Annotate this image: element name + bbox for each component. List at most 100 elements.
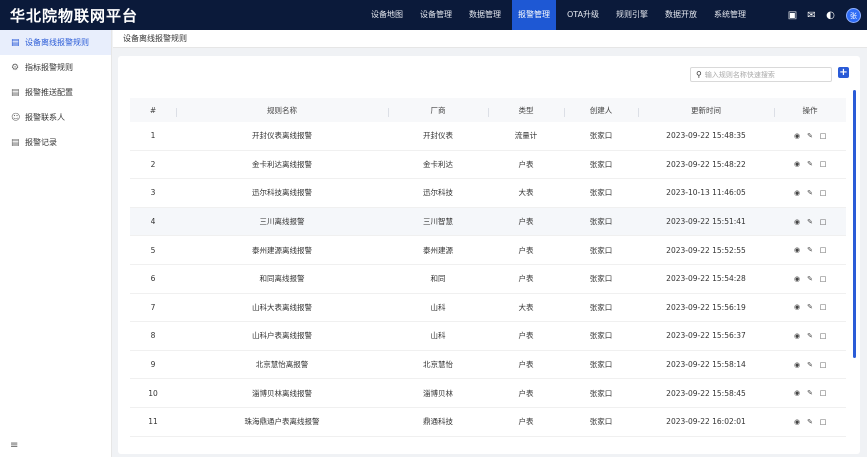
- col-index: #: [149, 105, 157, 115]
- nav-item-5[interactable]: 规则引擎: [610, 0, 654, 30]
- view-icon[interactable]: ◉: [793, 361, 801, 369]
- edit-icon[interactable]: ✎: [806, 132, 814, 140]
- cell-actions: ◉ ✎ □: [774, 160, 846, 168]
- theme-icon[interactable]: ◐: [821, 10, 840, 21]
- edit-icon[interactable]: ✎: [806, 189, 814, 197]
- col-creator: 创建人: [564, 105, 638, 117]
- delete-icon[interactable]: □: [819, 361, 827, 369]
- view-icon[interactable]: ◉: [793, 418, 801, 426]
- delete-icon[interactable]: □: [819, 246, 827, 254]
- row-actions: ◉ ✎ □: [774, 418, 846, 426]
- add-button[interactable]: +: [838, 67, 849, 78]
- avatar[interactable]: 张: [846, 7, 861, 23]
- cell-index: 6: [150, 274, 156, 284]
- edit-icon[interactable]: ✎: [806, 389, 814, 397]
- table-row: 6 和同离线报警 和同 户表 张家口 2023-09-22 15:54:28 ◉ ✎ □: [130, 265, 846, 294]
- view-icon[interactable]: ◉: [793, 303, 801, 311]
- view-icon[interactable]: ◉: [793, 132, 801, 140]
- delete-icon[interactable]: □: [819, 160, 827, 168]
- cell-creator: 张家口: [589, 245, 613, 255]
- menu-icon[interactable]: ≡: [10, 440, 18, 451]
- cell-time: 2023-09-22 15:48:35: [666, 131, 746, 141]
- edit-icon[interactable]: ✎: [806, 275, 814, 283]
- cell-time: 2023-09-22 15:54:28: [666, 274, 746, 284]
- cell-actions: ◉ ✎ □: [774, 218, 846, 226]
- notice-icon[interactable]: ▣: [783, 10, 802, 21]
- nav-item-7[interactable]: 系统管理: [708, 0, 752, 30]
- scrollbar[interactable]: [853, 90, 856, 358]
- cell-vendor: 泰州建源: [423, 245, 453, 255]
- nav-item-1[interactable]: 设备管理: [414, 0, 458, 30]
- cell-name: 山科户表离线报警: [252, 331, 312, 341]
- main-card: ⚲ + # 规则名称 厂商 类型 创建人 更新时间 操作 1 开封仪表离线报警 开封…: [118, 56, 860, 454]
- cell-name: 泰州建源离线报警: [252, 245, 312, 255]
- nav-item-4[interactable]: OTA升级: [561, 0, 605, 30]
- delete-icon[interactable]: □: [819, 389, 827, 397]
- sidebar-item-label: 报警推送配置: [25, 88, 73, 97]
- view-icon[interactable]: ◉: [793, 160, 801, 168]
- sidebar-item-4[interactable]: ▤ 报警记录: [0, 130, 111, 155]
- cell-creator: 张家口: [589, 159, 613, 169]
- cell-index: 7: [150, 302, 156, 312]
- edit-icon[interactable]: ✎: [806, 418, 814, 426]
- cell-name: 珠海鼎通户表离线报警: [244, 417, 320, 427]
- view-icon[interactable]: ◉: [793, 275, 801, 283]
- table-row: 3 迅尔科技离线报警 迅尔科技 大表 张家口 2023-10-13 11:46:05 ◉ ✎ □: [130, 179, 846, 208]
- mail-icon[interactable]: ✉: [802, 10, 821, 21]
- sidebar-item-1[interactable]: ⚙ 指标报警规则: [0, 55, 111, 80]
- cell-index: 11: [148, 417, 158, 427]
- nav-item-2[interactable]: 数据管理: [463, 0, 507, 30]
- sidebar-item-2[interactable]: ▤ 报警推送配置: [0, 80, 111, 105]
- edit-icon[interactable]: ✎: [806, 160, 814, 168]
- edit-icon[interactable]: ✎: [806, 361, 814, 369]
- edit-icon[interactable]: ✎: [806, 303, 814, 311]
- delete-icon[interactable]: □: [819, 218, 827, 226]
- cell-type: 户表: [518, 159, 534, 169]
- row-actions: ◉ ✎ □: [774, 246, 846, 254]
- table-row: 10 淄博贝林离线报警 淄博贝林 户表 张家口 2023-09-22 15:58:45 ◉ ✎…: [130, 379, 846, 408]
- record-icon: ▤: [11, 137, 20, 148]
- edit-icon[interactable]: ✎: [806, 218, 814, 226]
- nav-item-6[interactable]: 数据开放: [659, 0, 703, 30]
- cell-time: 2023-09-22 15:56:19: [666, 302, 746, 312]
- sidebar-item-label: 设备离线报警规则: [25, 38, 89, 47]
- cell-vendor: 金卡利达: [423, 159, 453, 169]
- view-icon[interactable]: ◉: [793, 218, 801, 226]
- sidebar-item-3[interactable]: ☺ 报警联系人: [0, 105, 111, 130]
- delete-icon[interactable]: □: [819, 275, 827, 283]
- cell-index: 4: [150, 217, 156, 227]
- cell-index: 10: [148, 388, 158, 398]
- cell-name: 淄博贝林离线报警: [252, 388, 312, 398]
- cell-index: 9: [150, 360, 156, 370]
- rule-icon: ⚙: [11, 62, 20, 73]
- cell-time: 2023-10-13 11:46:05: [666, 188, 746, 198]
- col-vendor: 厂商: [388, 105, 488, 117]
- delete-icon[interactable]: □: [819, 189, 827, 197]
- nav-item-0[interactable]: 设备地图: [365, 0, 409, 30]
- row-actions: ◉ ✎ □: [774, 275, 846, 283]
- delete-icon[interactable]: □: [819, 303, 827, 311]
- view-icon[interactable]: ◉: [793, 189, 801, 197]
- cell-time: 2023-09-22 15:48:22: [666, 159, 746, 169]
- cell-time: 2023-09-22 15:51:41: [666, 217, 746, 227]
- search-icon: ⚲: [696, 70, 702, 79]
- cell-vendor: 迅尔科技: [423, 188, 453, 198]
- search-input[interactable]: [704, 70, 825, 79]
- view-icon[interactable]: ◉: [793, 246, 801, 254]
- edit-icon[interactable]: ✎: [806, 246, 814, 254]
- row-actions: ◉ ✎ □: [774, 189, 846, 197]
- delete-icon[interactable]: □: [819, 418, 827, 426]
- breadcrumb[interactable]: 设备离线报警规则: [123, 30, 187, 48]
- sidebar-item-0[interactable]: ▤ 设备离线报警规则: [0, 30, 111, 55]
- table-row: 11 珠海鼎通户表离线报警 鼎通科技 户表 张家口 2023-09-22 16:02:01…: [130, 408, 846, 437]
- cell-type: 户表: [518, 331, 534, 341]
- delete-icon[interactable]: □: [819, 132, 827, 140]
- search-box[interactable]: ⚲: [690, 67, 832, 82]
- delete-icon[interactable]: □: [819, 332, 827, 340]
- view-icon[interactable]: ◉: [793, 389, 801, 397]
- edit-icon[interactable]: ✎: [806, 332, 814, 340]
- main-nav: 设备地图 设备管理 数据管理 报警管理 OTA升级 规则引擎 数据开放 系统管理: [365, 0, 757, 30]
- cell-creator: 张家口: [589, 417, 613, 427]
- view-icon[interactable]: ◉: [793, 332, 801, 340]
- nav-item-3[interactable]: 报警管理: [512, 0, 556, 30]
